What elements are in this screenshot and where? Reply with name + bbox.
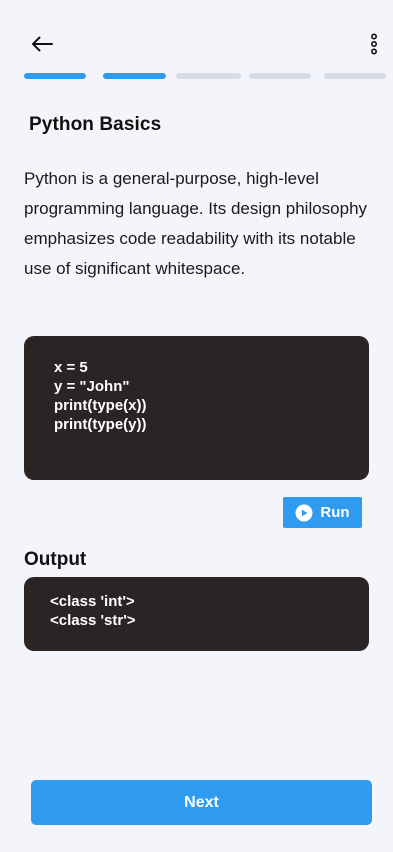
lesson-progress [0, 73, 393, 79]
run-button[interactable]: Run [283, 497, 362, 528]
output-line: <class 'str'> [50, 612, 136, 629]
progress-step-3 [176, 73, 241, 79]
progress-step-4 [249, 73, 311, 79]
more-options-button[interactable] [364, 32, 384, 56]
output-console: <class 'int'> <class 'str'> [24, 577, 369, 651]
output-heading: Output [24, 549, 87, 570]
progress-step-1 [24, 73, 86, 79]
back-button[interactable] [30, 32, 54, 56]
lesson-title: Python Basics [29, 114, 162, 135]
code-line: print(type(x)) [54, 397, 147, 414]
progress-step-2 [103, 73, 166, 79]
arrow-left-icon [32, 36, 53, 52]
play-circle-icon [295, 504, 313, 522]
code-editor[interactable]: x = 5 y = "John" print(type(x)) print(ty… [24, 336, 369, 480]
output-line: <class 'int'> [50, 593, 135, 610]
next-button[interactable]: Next [31, 780, 372, 825]
code-line: y = "John" [54, 378, 130, 395]
more-vertical-icon [370, 33, 378, 55]
code-line: print(type(y)) [54, 416, 147, 433]
code-line: x = 5 [54, 359, 88, 376]
run-button-label: Run [320, 504, 350, 521]
lesson-description: Python is a general-purpose, high-level … [24, 169, 368, 278]
progress-step-5 [324, 73, 386, 79]
